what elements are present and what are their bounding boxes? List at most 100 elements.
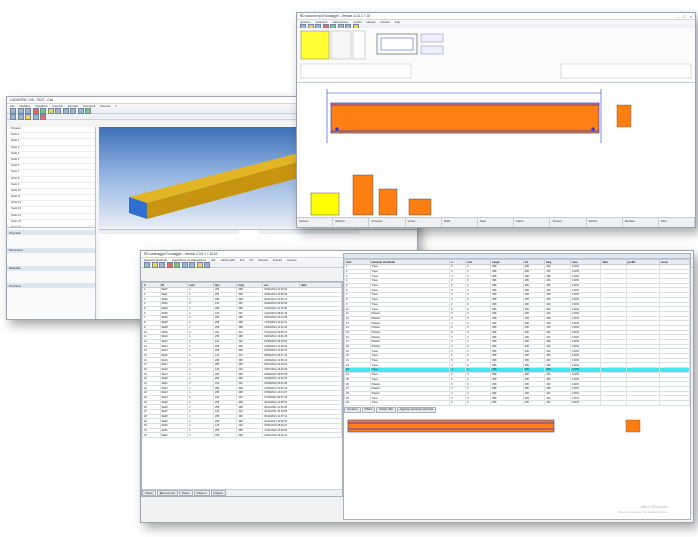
table-cell: 0 (465, 399, 492, 406)
props-row (7, 242, 95, 246)
status-tab[interactable]: Rinforzo (333, 218, 370, 227)
pan-icon[interactable] (70, 107, 76, 114)
status-tab[interactable]: Carico (514, 218, 551, 227)
section-sketch (376, 33, 418, 55)
menu-item[interactable]: NT (249, 258, 253, 262)
values-column[interactable] (352, 30, 366, 60)
menu-item[interactable]: fine (240, 258, 245, 262)
maximize-icon[interactable]: □ (683, 14, 685, 19)
results-grid (560, 63, 692, 79)
cross-section (616, 104, 632, 128)
section-title-bar: RD sezione tipo Fondagger - Version 4.3.… (297, 13, 695, 20)
status-tab[interactable]: Vincoli (406, 218, 442, 227)
table-cell: 360 (544, 399, 571, 406)
menu-item[interactable]: Finestra (100, 104, 110, 108)
zoom-icon[interactable] (55, 107, 61, 114)
project-tree: Progetto Nodo 1 Nodo 2 Nodo 3 Nodo 4 Nodo 5 No… (7, 127, 95, 233)
open-icon[interactable] (151, 261, 158, 268)
stress-block (378, 188, 398, 216)
footer-tab[interactable]: Pilastri (178, 490, 193, 496)
menu-item[interactable]: help (395, 20, 400, 24)
status-tab[interactable]: Armatura (369, 218, 406, 227)
minimize-icon[interactable]: – (677, 14, 679, 19)
status-tab[interactable]: Verifica (587, 218, 623, 227)
view-icon[interactable] (77, 107, 84, 114)
menu-item[interactable]: stampa (366, 20, 375, 24)
section-window: RD sezione tipo Fondagger - Version 4.3.… (296, 12, 696, 228)
status-tab[interactable]: Tensioni (550, 218, 587, 227)
structural-elements-table: num elementi strutturali n. cod. lungh. alt. l… (344, 259, 690, 406)
stress-block (310, 192, 340, 216)
table-cell: 295 (522, 399, 546, 406)
footer-tab[interactable]: Pilastri (142, 490, 156, 496)
status-tab[interactable]: Note (659, 218, 695, 227)
menu-item[interactable]: ? (115, 104, 117, 108)
save-icon[interactable] (159, 261, 165, 268)
menu-item[interactable]: sistema (258, 258, 268, 262)
table-cell: 295 (212, 432, 238, 438)
option-box[interactable] (420, 33, 444, 43)
activation-watermark-sub: Passa a Impostazioni per attivare Window… (617, 511, 668, 514)
status-tab[interactable]: Sezione (297, 218, 334, 227)
structural-elements-panel: num elementi strutturali n. cod. lungh. alt. l… (343, 253, 691, 520)
delete-icon[interactable] (166, 261, 173, 268)
stress-block (352, 174, 374, 216)
menu-item[interactable]: sezione (287, 258, 297, 262)
table-cell (625, 399, 660, 406)
export-icon[interactable] (196, 261, 203, 268)
bottom-tab[interactable]: Aggiungi elemento strutturale (396, 406, 437, 413)
left-footer-tabs: Pilastri Elementi tutti Pilastri Pilastri 2… (142, 490, 342, 496)
measure-icon[interactable] (32, 113, 39, 120)
rotate-icon[interactable] (62, 107, 69, 114)
left-footer: Pilastri Elementi tutti Pilastri Pilastri 2… (142, 489, 342, 496)
table-row[interactable]: 30 Trave 6 0 998 295 360 0,00% (344, 399, 690, 406)
table-row[interactable]: 32 SE32 1 295 998 31/01/2022 12:11:15 (142, 432, 342, 438)
bottom-tab[interactable]: Pilastri (361, 406, 376, 413)
bottom-tab[interactable]: Armatura (344, 406, 361, 413)
status-tab[interactable]: Stato (478, 218, 515, 227)
select-icon[interactable] (10, 113, 16, 120)
render-icon[interactable] (85, 107, 91, 114)
move-icon[interactable] (17, 113, 24, 120)
properties-panel: Proprietà Dimensioni Materiale Posizione (7, 227, 95, 319)
table-cell: 998 (236, 432, 264, 438)
bottom-tab[interactable]: Pilastri (28) (376, 406, 396, 413)
status-tab[interactable]: Staffe (442, 218, 478, 227)
activation-watermark: Attiva Windows (640, 504, 668, 509)
list-window: RD carteraggio Fondagger - Version 4.3.6… (140, 250, 694, 523)
add-icon[interactable] (174, 261, 180, 268)
option-box[interactable] (420, 45, 444, 55)
folder-icon[interactable] (47, 107, 54, 114)
menu-item[interactable]: dati (211, 258, 216, 262)
element-preview (347, 419, 641, 432)
layer-icon[interactable] (25, 113, 31, 120)
section-canvas[interactable] (297, 83, 695, 217)
edit-icon[interactable] (181, 261, 188, 268)
menu-item[interactable]: finestra (273, 258, 282, 262)
menu-item[interactable]: cambi righe (220, 258, 234, 262)
stress-block (408, 198, 432, 216)
beam-elevation (330, 102, 600, 134)
status-tab[interactable]: Risultato (623, 218, 659, 227)
table-cell: 0,00% (569, 399, 602, 406)
close-icon[interactable]: × (690, 14, 692, 19)
element-list[interactable] (300, 30, 330, 60)
table-cell (600, 399, 627, 406)
table-cell: 998 (490, 399, 524, 406)
new-icon[interactable] (144, 261, 150, 268)
cut-icon[interactable] (40, 113, 46, 120)
table-cell: 32 (142, 432, 161, 438)
section-title: RD sezione tipo Fondagger - Version 4.3.… (300, 14, 370, 18)
filter-icon[interactable] (204, 261, 210, 268)
labels-column (330, 30, 352, 60)
footer-tab[interactable]: Poligoni (210, 490, 226, 496)
parameters-grid[interactable] (300, 63, 412, 79)
table-cell: 1 (187, 432, 214, 438)
menu-item[interactable]: finestra (381, 20, 390, 24)
footer-tab[interactable]: Pilastri 2 (193, 490, 210, 496)
cad-title: CADWORK / DB - FAST - Cad (10, 98, 54, 102)
copy-icon[interactable] (189, 261, 195, 268)
footer-tab[interactable]: Elementi tutti (156, 490, 178, 496)
table-cell (658, 399, 690, 406)
props-row (7, 296, 95, 300)
